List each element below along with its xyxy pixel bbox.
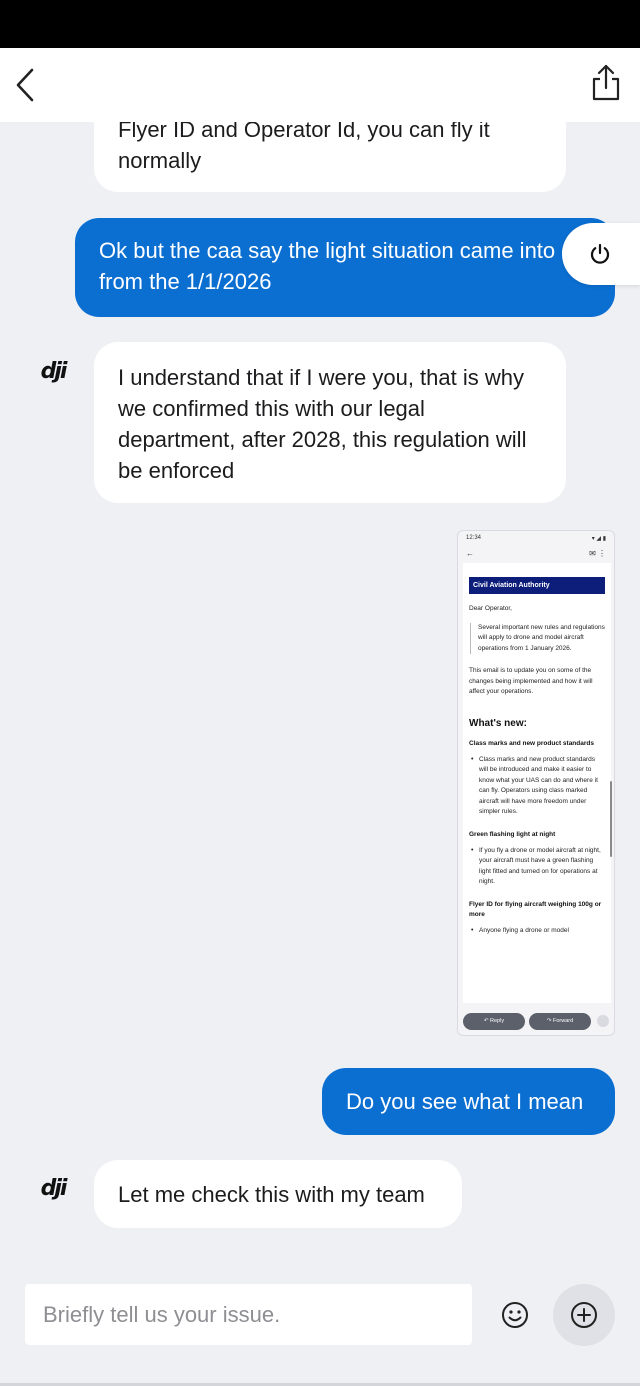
emoji-icon xyxy=(597,1015,609,1027)
composer-bar xyxy=(0,1272,640,1386)
attachment-status-bar: 12:34 ▾ ◢ ▮ xyxy=(466,535,606,542)
message-text: Flyer ID and Operator Id, you can fly it… xyxy=(118,122,490,173)
chat-transcript[interactable]: Flyer ID and Operator Id, you can fly it… xyxy=(0,122,640,1272)
section-title: Green flashing light at night xyxy=(469,830,556,838)
email-body: Civil Aviation Authority Dear Operator, … xyxy=(463,563,611,1003)
power-icon xyxy=(590,243,610,264)
section-bullet: • Class marks and new product standards w… xyxy=(471,755,598,816)
share-button[interactable] xyxy=(590,64,622,104)
dji-logo: dji xyxy=(40,358,68,384)
share-icon xyxy=(592,64,620,101)
user-message: Do you see what I mean xyxy=(322,1068,615,1135)
top-nav-bar xyxy=(0,48,640,122)
email-heading: What's new: xyxy=(469,717,527,729)
smiley-icon xyxy=(502,1302,528,1328)
email-actions: ↶ Reply ↷ Forward xyxy=(463,1011,611,1031)
plus-circle-icon xyxy=(571,1302,597,1328)
signal-icons: ▾ ◢ ▮ xyxy=(591,535,606,542)
message-text: Do you see what I mean xyxy=(346,1089,584,1114)
attachment-toolbar: ← ✉ ⋮ xyxy=(458,545,614,561)
agent-message: I understand that if I were you, that is… xyxy=(94,342,566,503)
emoji-button[interactable] xyxy=(500,1300,530,1330)
message-text: I understand that if I were you, that is… xyxy=(118,365,527,483)
reply-pill: ↶ Reply xyxy=(463,1012,525,1030)
mail-icon: ✉ ⋮ xyxy=(589,548,606,558)
section-title: Class marks and new product standards xyxy=(469,739,594,747)
status-bar xyxy=(0,0,640,48)
message-text: Let me check this with my team xyxy=(118,1182,425,1207)
email-quote: Several important new rules and regulati… xyxy=(470,622,605,654)
end-chat-button[interactable] xyxy=(562,223,640,285)
section-bullet: • If you fly a drone or model aircraft at… xyxy=(471,846,601,886)
attachment-scrollbar xyxy=(610,781,612,857)
agent-message: Flyer ID and Operator Id, you can fly it… xyxy=(94,122,566,192)
dji-logo: dji xyxy=(40,1175,68,1201)
section-bullet: • Anyone flying a drone or model xyxy=(471,926,569,934)
message-text: Ok but the caa say the light situation c… xyxy=(99,238,615,294)
arrow-left-icon: ← xyxy=(466,548,474,558)
section-title: Flyer ID for flying aircraft weighing 10… xyxy=(469,900,602,918)
email-header: Civil Aviation Authority xyxy=(469,577,605,594)
email-greeting: Dear Operator, xyxy=(469,605,512,612)
back-button[interactable] xyxy=(8,64,48,106)
user-message: Ok but the caa say the light situation c… xyxy=(75,218,615,317)
agent-avatar: dji xyxy=(25,1160,81,1216)
forward-pill: ↷ Forward xyxy=(529,1012,591,1030)
agent-avatar: dji xyxy=(25,343,81,399)
chevron-left-icon xyxy=(16,68,34,102)
issue-input[interactable] xyxy=(25,1284,472,1345)
agent-message: Let me check this with my team xyxy=(94,1160,462,1228)
image-attachment[interactable]: 12:34 ▾ ◢ ▮ ← ✉ ⋮ Civil Aviation Authori… xyxy=(457,530,615,1036)
email-intro: This email is to update you on some of t… xyxy=(469,667,593,695)
add-attachment-button[interactable] xyxy=(553,1284,615,1346)
